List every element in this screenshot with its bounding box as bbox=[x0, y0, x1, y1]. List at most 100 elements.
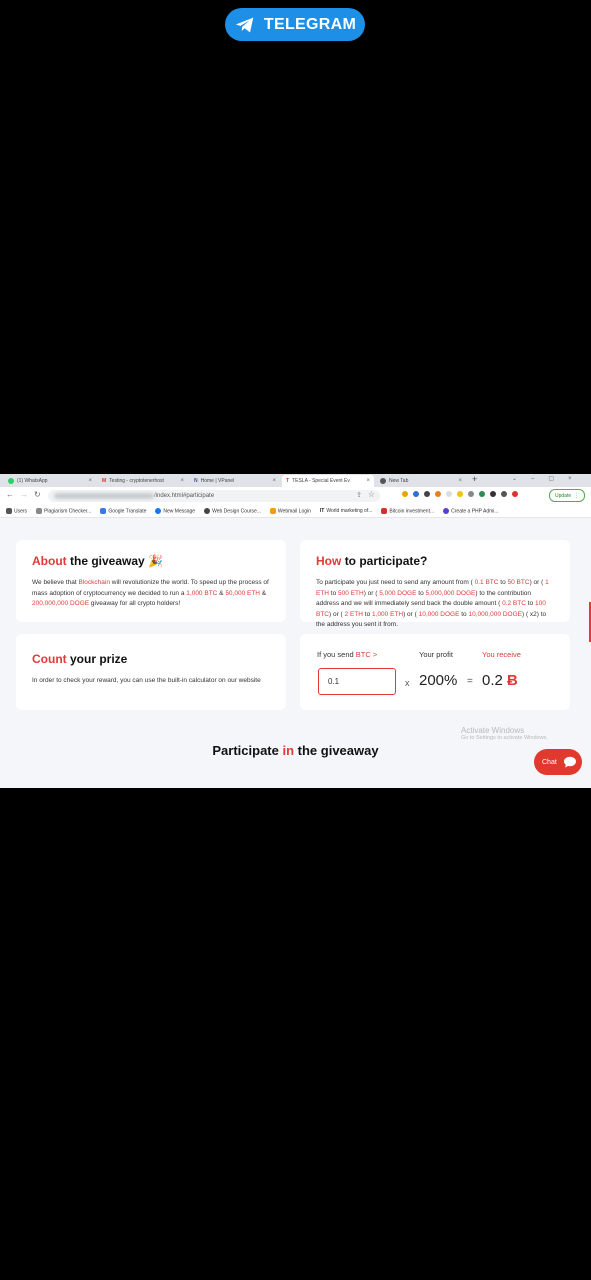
bookmark-label: Webmail Login bbox=[277, 508, 311, 515]
count-title: Count your prize bbox=[32, 652, 270, 666]
bookmark-item[interactable]: Plagiarism Checker... bbox=[36, 507, 91, 514]
close-icon[interactable]: × bbox=[272, 478, 276, 484]
bookmark-label: Users bbox=[14, 508, 28, 515]
forward-icon[interactable]: → bbox=[20, 490, 28, 499]
tab-whatsapp[interactable]: (1) WhatsApp × bbox=[4, 475, 96, 487]
tab-label: (1) WhatsApp bbox=[17, 478, 48, 484]
globe-icon bbox=[6, 507, 12, 514]
bookmark-item[interactable]: Google Translate bbox=[100, 507, 147, 515]
about-text: We believe that Blockchain will revoluti… bbox=[32, 579, 269, 607]
bookmark-label: Web Design Course... bbox=[212, 508, 261, 515]
window-controls[interactable]: ⌄–▢× bbox=[512, 475, 586, 482]
close-icon[interactable]: × bbox=[366, 478, 370, 484]
tab-label: Home | VPanel bbox=[200, 478, 235, 484]
bookmark-label: Google Translate bbox=[108, 508, 147, 515]
extension-icon[interactable] bbox=[413, 491, 419, 497]
telegram-plane-icon bbox=[235, 17, 254, 32]
menu-kebab-icon: ⋮ bbox=[574, 492, 580, 499]
extension-icon[interactable] bbox=[468, 491, 474, 497]
back-icon[interactable]: ← bbox=[6, 490, 14, 499]
chat-bubble-icon bbox=[563, 756, 576, 768]
profile-icon[interactable] bbox=[512, 491, 518, 497]
facebook-icon bbox=[155, 507, 162, 514]
amount-input[interactable]: 0.1 bbox=[318, 668, 396, 695]
participate-heading: Participate in the giveaway bbox=[212, 743, 379, 758]
party-popper-icon: 🎉 bbox=[148, 554, 163, 568]
bookmark-item[interactable]: Create a PHP Admi... bbox=[443, 507, 499, 515]
sidebar-icon[interactable] bbox=[501, 491, 507, 497]
equals-sign: = bbox=[467, 676, 473, 687]
update-button[interactable]: Update ⋮ bbox=[549, 489, 586, 502]
bookmark-item[interactable]: Users bbox=[6, 507, 28, 515]
chat-button[interactable]: Chat bbox=[534, 749, 582, 775]
bookmark-item[interactable]: Bitcoin investment... bbox=[381, 507, 434, 514]
tab-new[interactable]: New Tab × bbox=[376, 475, 466, 487]
chrome-icon bbox=[380, 478, 386, 484]
extension-icon[interactable] bbox=[424, 491, 430, 497]
browser-screenshot: (1) WhatsApp × M Testing - cryptotenerho… bbox=[0, 474, 591, 788]
cloud-icon bbox=[443, 507, 450, 514]
tab-label: New Tab bbox=[389, 478, 409, 484]
extension-icon[interactable] bbox=[457, 491, 463, 497]
about-title-accent: About bbox=[32, 554, 67, 568]
telegram-button[interactable]: TELEGRAM bbox=[225, 8, 365, 41]
count-text: In order to check your reward, you can u… bbox=[32, 677, 261, 684]
bookmark-item[interactable]: Web Design Course... bbox=[204, 507, 261, 515]
gmail-icon: M bbox=[102, 478, 107, 484]
close-icon[interactable]: × bbox=[458, 478, 462, 484]
link-icon bbox=[36, 507, 43, 514]
extension-icon[interactable] bbox=[446, 491, 452, 497]
globe-icon bbox=[204, 507, 211, 514]
share-icon[interactable]: ⇪ bbox=[356, 491, 362, 499]
close-icon[interactable]: × bbox=[180, 478, 184, 484]
count-title-rest: your prize bbox=[70, 652, 128, 666]
translate-icon bbox=[100, 507, 107, 514]
cpanel-icon bbox=[269, 507, 276, 514]
receive-label: You receive bbox=[482, 650, 521, 659]
count-title-accent: Count bbox=[32, 652, 67, 666]
bookmark-item[interactable]: New Message bbox=[155, 507, 196, 515]
tab-tesla[interactable]: T TESLA - Special Event Ev × bbox=[282, 475, 374, 487]
how-title-accent: How bbox=[316, 554, 342, 568]
bookmark-label: World marketing of... bbox=[326, 508, 373, 514]
reload-icon[interactable]: ↻ bbox=[34, 490, 41, 499]
tab-label: TESLA - Special Event Ev bbox=[292, 478, 350, 484]
telegram-label: TELEGRAM bbox=[263, 15, 357, 33]
currency-selector[interactable]: BTC > bbox=[356, 650, 377, 659]
blockchain-link: Blockchain bbox=[78, 579, 110, 586]
it-icon: IT bbox=[319, 508, 325, 514]
url-field[interactable]: /index.html#participate ⇪ ☆ bbox=[48, 490, 380, 502]
new-tab-button[interactable]: + bbox=[472, 474, 477, 484]
about-card: About the giveaway 🎉 We believe that Blo… bbox=[16, 540, 286, 622]
close-icon[interactable]: × bbox=[88, 478, 92, 484]
blurred-domain bbox=[54, 493, 154, 499]
tab-gmail[interactable]: M Testing - cryptotenerhost × bbox=[98, 475, 188, 487]
star-icon[interactable]: ☆ bbox=[368, 490, 375, 499]
windows-watermark: Activate Windows Go to Settings to activ… bbox=[461, 726, 548, 741]
web-page: About the giveaway 🎉 We believe that Blo… bbox=[0, 518, 591, 788]
how-title: How to participate? bbox=[316, 554, 554, 568]
receive-value: 0.2 Ƀ bbox=[482, 672, 518, 689]
bookmark-label: Create a PHP Admi... bbox=[451, 508, 499, 515]
metamask-icon[interactable] bbox=[435, 491, 441, 497]
calculator-card: If you send BTC > Your profit You receiv… bbox=[300, 634, 570, 710]
extension-icon[interactable] bbox=[479, 491, 485, 497]
extension-icons bbox=[402, 491, 518, 497]
about-title: About the giveaway 🎉 bbox=[32, 554, 270, 568]
tesla-icon: T bbox=[286, 478, 290, 484]
whatsapp-icon bbox=[8, 478, 14, 484]
bitcoin-icon: Ƀ bbox=[507, 672, 518, 689]
times-sign: x bbox=[405, 678, 410, 688]
how-text: To participate you just need to send any… bbox=[316, 579, 549, 628]
extension-icon[interactable] bbox=[402, 491, 408, 497]
bookmark-item[interactable]: Webmail Login bbox=[269, 507, 311, 515]
puzzle-icon[interactable] bbox=[490, 491, 496, 497]
tab-vpanel[interactable]: N Home | VPanel × bbox=[190, 475, 280, 487]
update-label: Update bbox=[555, 492, 572, 499]
tab-label: Testing - cryptotenerhost bbox=[109, 478, 164, 484]
vpanel-icon: N bbox=[194, 478, 198, 484]
chat-label: Chat bbox=[542, 758, 557, 766]
about-title-rest: the giveaway bbox=[70, 554, 145, 568]
bookmark-item[interactable]: IT World marketing of... bbox=[320, 508, 373, 514]
bookmark-label: New Message bbox=[163, 508, 196, 515]
